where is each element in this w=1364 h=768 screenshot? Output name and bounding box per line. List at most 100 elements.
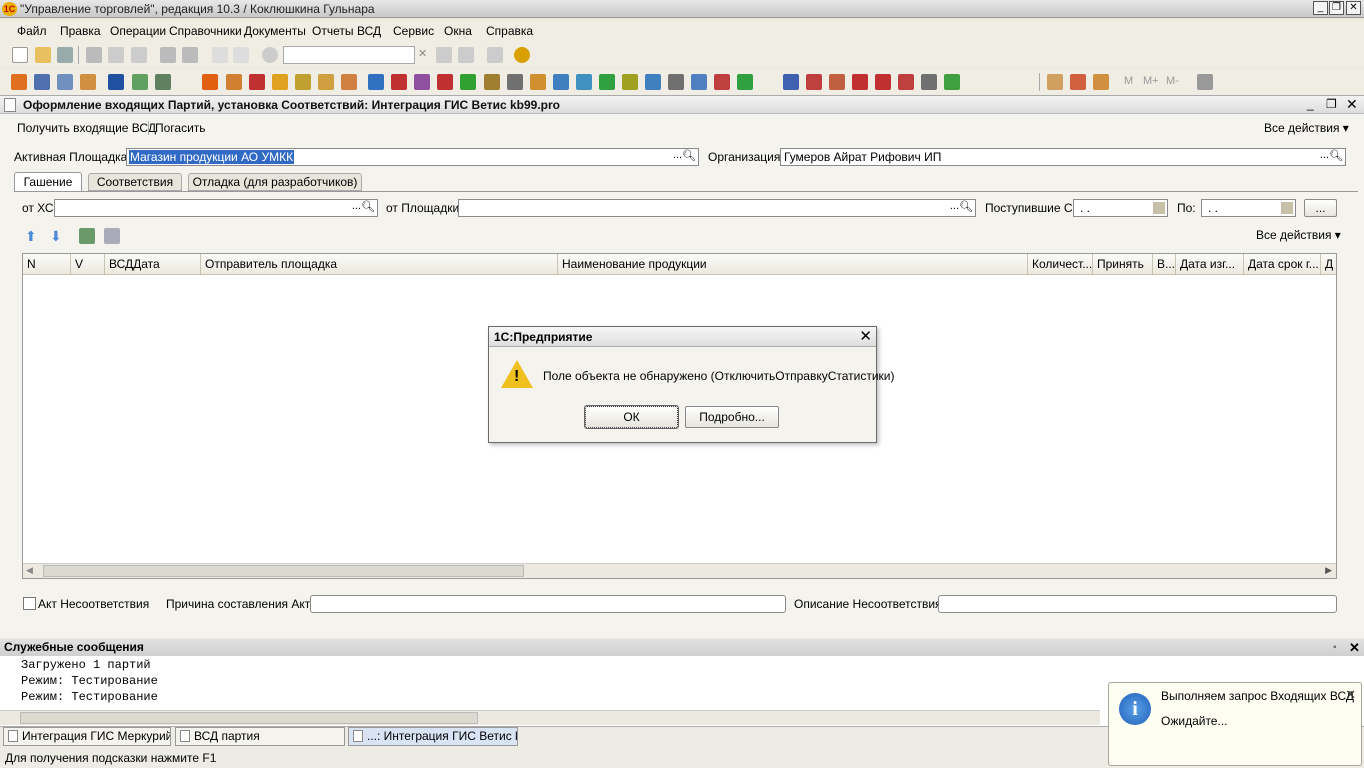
toolbar-icon-3[interactable] xyxy=(57,74,73,90)
toolbar-icon-8[interactable] xyxy=(202,74,218,90)
column-header-v2[interactable]: В... xyxy=(1153,254,1176,275)
calculator-icon[interactable] xyxy=(1047,74,1063,90)
column-header-v[interactable]: V xyxy=(71,254,105,275)
search-icon[interactable]: 🔍︎ xyxy=(682,149,696,162)
open-folder-icon[interactable] xyxy=(35,47,51,63)
column-header-manufacture-date[interactable]: Дата изг... xyxy=(1176,254,1244,275)
toolbar-icon-7[interactable] xyxy=(155,74,171,90)
get-incoming-vsd-button[interactable]: Получить входящие ВСД xyxy=(17,121,156,135)
toolbar-icon-23[interactable] xyxy=(553,74,569,90)
select-button[interactable]: ... xyxy=(673,149,682,161)
save-icon[interactable] xyxy=(57,47,73,63)
minimize-button[interactable]: _ xyxy=(1313,1,1328,15)
from-area-field[interactable]: ... 🔍︎ xyxy=(458,199,976,217)
column-header-vsd-date[interactable]: ВСДДата xyxy=(105,254,201,275)
doc-close-button[interactable]: ✕ xyxy=(1346,96,1358,113)
scroll-right-icon[interactable]: ▶ xyxy=(1325,565,1332,576)
toolbar-icon-2[interactable] xyxy=(34,74,50,90)
toolbar-icon-6[interactable] xyxy=(132,74,148,90)
toolbar-icon-37[interactable] xyxy=(898,74,914,90)
info-icon[interactable] xyxy=(514,47,530,63)
toolbar-icon-20[interactable] xyxy=(484,74,500,90)
scrollbar-thumb[interactable] xyxy=(43,565,524,577)
ok-button[interactable]: ОК xyxy=(584,405,679,429)
paste-icon[interactable] xyxy=(131,47,147,63)
column-header-d[interactable]: Д xyxy=(1321,254,1336,275)
memory-minus-button[interactable]: M- xyxy=(1166,75,1179,87)
print-preview-icon[interactable] xyxy=(182,47,198,63)
menu-documents[interactable]: Документы xyxy=(244,24,306,38)
toolbar-icon-31[interactable] xyxy=(737,74,753,90)
nonconformity-description-field[interactable] xyxy=(938,595,1337,613)
close-button[interactable]: ✕ xyxy=(1346,1,1361,15)
maximize-button[interactable]: ❐ xyxy=(1329,1,1344,15)
calendar-icon[interactable] xyxy=(1153,202,1165,214)
toolbar-icon-28[interactable] xyxy=(668,74,684,90)
to-date-field[interactable]: . . xyxy=(1201,199,1296,217)
toolbar-icon-38[interactable] xyxy=(921,74,937,90)
toolbar-icon-9[interactable] xyxy=(226,74,242,90)
toolbar-icon-18[interactable] xyxy=(437,74,453,90)
toolbar-icon-11[interactable] xyxy=(272,74,288,90)
messages-close-button[interactable]: ✕ xyxy=(1349,639,1360,656)
toolbar-icon-24[interactable] xyxy=(576,74,592,90)
column-header-product[interactable]: Наименование продукции xyxy=(558,254,1028,275)
pay-off-button[interactable]: Погасить xyxy=(155,121,206,135)
toolbar-icon-4[interactable] xyxy=(80,74,96,90)
toolbar-icon-27[interactable] xyxy=(645,74,661,90)
settings-icon[interactable] xyxy=(1197,74,1213,90)
redo-icon[interactable] xyxy=(233,47,249,63)
scrollbar-thumb[interactable] xyxy=(20,712,478,724)
toolbar-icon-30[interactable] xyxy=(714,74,730,90)
search-icon[interactable]: 🔍︎ xyxy=(959,200,973,213)
sum-icon[interactable] xyxy=(875,74,891,90)
memory-plus-button[interactable]: M+ xyxy=(1143,75,1159,87)
task-tab-vetis-active[interactable]: ...: Интеграция ГИС Ветис k... xyxy=(348,727,518,746)
find-next-icon[interactable] xyxy=(436,47,452,63)
notification-popup[interactable]: i Выполняем запрос Входящих ВСД Ожидайте… xyxy=(1108,682,1362,766)
dialog-close-button[interactable]: ✕ xyxy=(859,327,872,345)
notification-close-button[interactable]: ✕ xyxy=(1345,687,1356,703)
all-actions-menu[interactable]: Все действия ▾ xyxy=(1264,121,1349,135)
calendar-icon[interactable] xyxy=(1070,74,1086,90)
menu-reports[interactable]: Отчеты xyxy=(312,24,353,38)
column-header-sender[interactable]: Отправитель площадка xyxy=(201,254,558,275)
toolbar-icon-14[interactable] xyxy=(341,74,357,90)
calendar-icon[interactable] xyxy=(1281,202,1293,214)
check-all-icon[interactable] xyxy=(79,228,95,244)
toolbar-icon-39[interactable] xyxy=(944,74,960,90)
move-down-icon[interactable]: ⬇ xyxy=(50,228,62,245)
toolbar-icon-15[interactable] xyxy=(368,74,384,90)
search-icon[interactable]: 🔍︎ xyxy=(1329,149,1343,162)
organization-field[interactable]: Гумеров Айрат Рифович ИП ... 🔍︎ xyxy=(780,148,1346,166)
column-header-accept[interactable]: Принять xyxy=(1093,254,1153,275)
toolbar-icon-29[interactable] xyxy=(691,74,707,90)
toolbar-icon-34[interactable] xyxy=(829,74,845,90)
period-button[interactable]: ... xyxy=(1304,199,1337,217)
column-header-quantity[interactable]: Количест... xyxy=(1028,254,1093,275)
doc-restore-button[interactable]: ❐ xyxy=(1326,97,1337,111)
toolbar-icon-32[interactable] xyxy=(783,74,799,90)
search-icon[interactable] xyxy=(262,47,278,63)
toolbar-icon-10[interactable] xyxy=(249,74,265,90)
toolbar-icon-26[interactable] xyxy=(622,74,638,90)
menu-operations[interactable]: Операции xyxy=(110,24,166,38)
messages-horizontal-scrollbar[interactable] xyxy=(0,710,1100,725)
toolbar-icon-19[interactable] xyxy=(460,74,476,90)
active-area-field[interactable]: Магазин продукции АО УМКК ... 🔍︎ xyxy=(126,148,699,166)
grid-all-actions-menu[interactable]: Все действия ▾ xyxy=(1256,228,1341,242)
act-reason-field[interactable] xyxy=(310,595,786,613)
menu-catalogs[interactable]: Справочники xyxy=(169,24,242,38)
menu-vsd[interactable]: ВСД xyxy=(357,24,381,38)
details-button[interactable]: Подробно... xyxy=(685,406,779,428)
column-header-expiry-date[interactable]: Дата срок г... xyxy=(1244,254,1321,275)
clear-search-icon[interactable]: ✕ xyxy=(418,47,427,60)
move-up-icon[interactable]: ⬆ xyxy=(25,228,37,245)
toolbar-icon-35[interactable] xyxy=(852,74,868,90)
select-button[interactable]: ... xyxy=(1320,149,1329,161)
task-tab-vsd-batch[interactable]: ВСД партия xyxy=(175,727,345,746)
toolbar-icon-1[interactable] xyxy=(11,74,27,90)
new-document-icon[interactable] xyxy=(12,47,28,63)
windows-icon[interactable] xyxy=(487,47,503,63)
cut-icon[interactable] xyxy=(86,47,102,63)
